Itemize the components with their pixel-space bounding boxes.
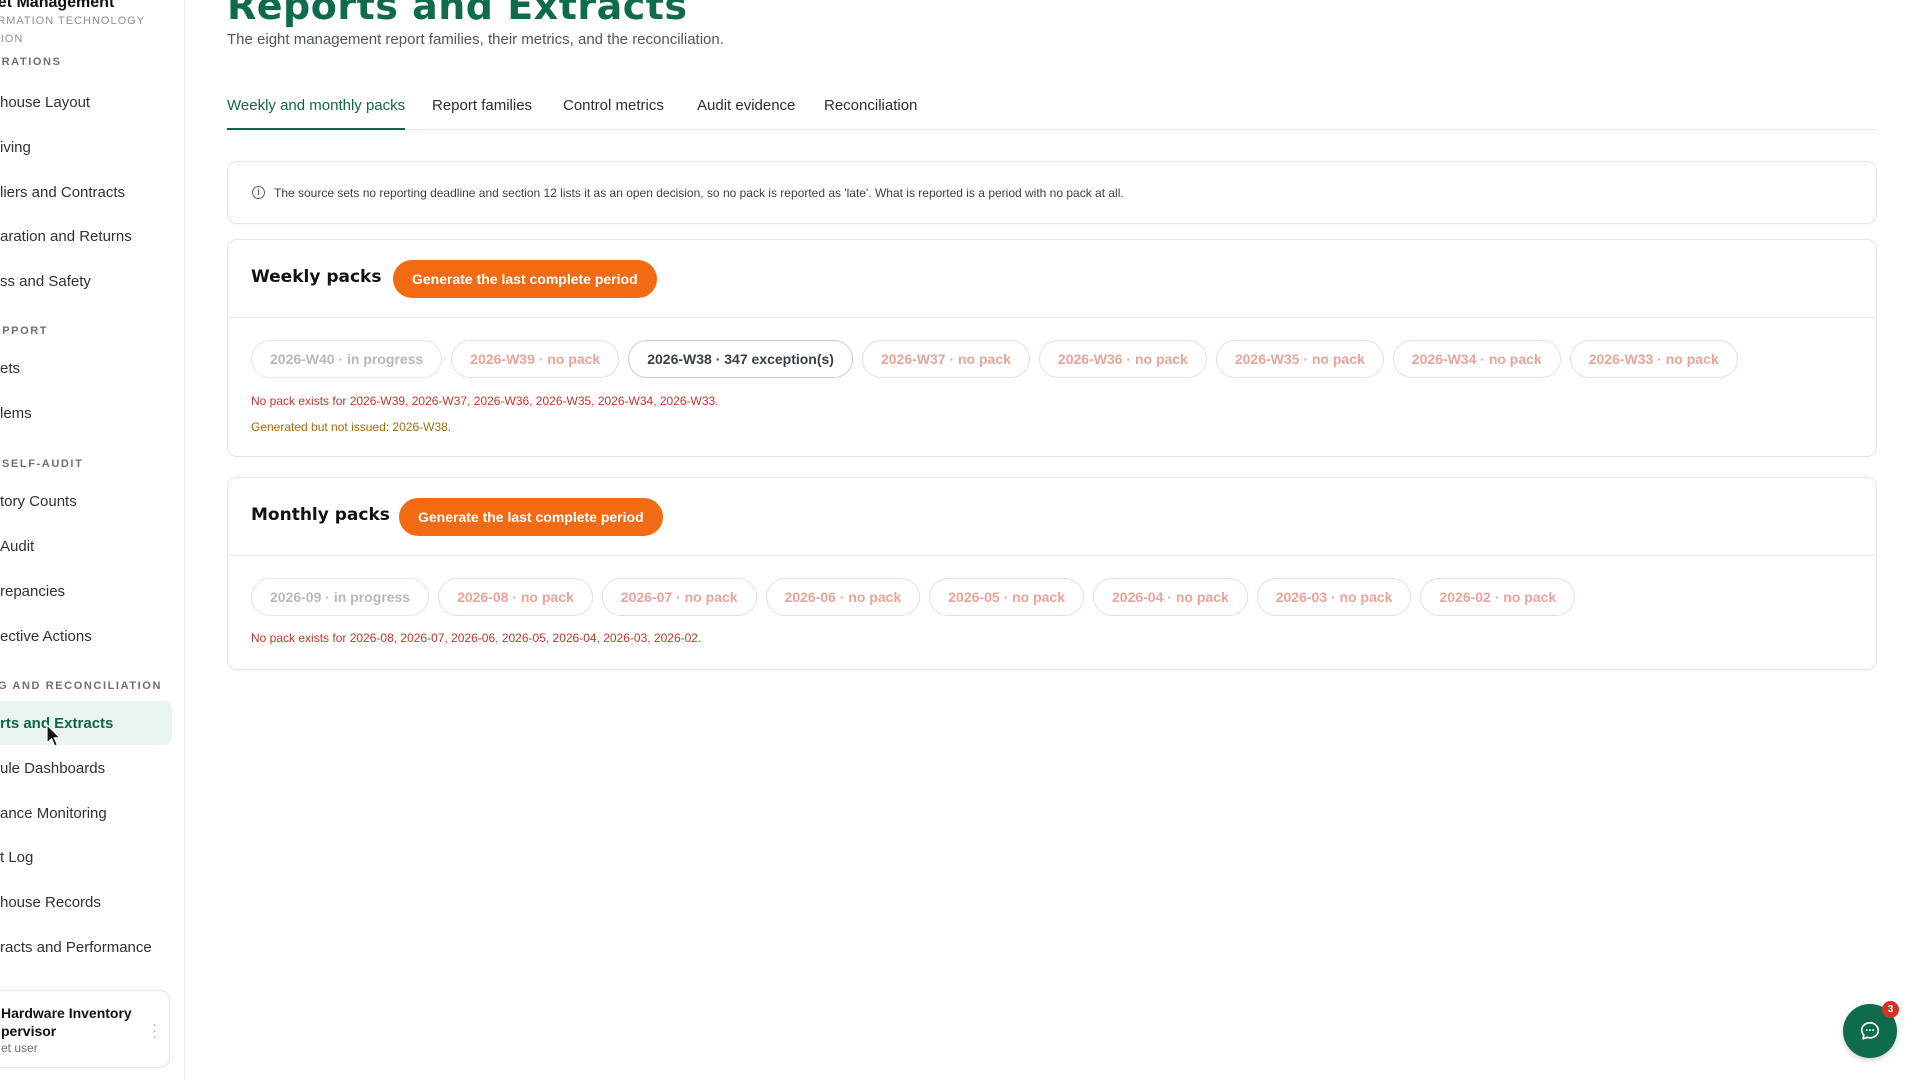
sidebar-item-tickets[interactable]: ets — [0, 346, 172, 390]
sidebar-item-audit[interactable]: Audit — [0, 524, 172, 568]
period-chip[interactable]: 2026-04 · no pack — [1093, 578, 1248, 616]
weekly-missing-message: No pack exists for 2026-W39, 2026-W37, 2… — [251, 394, 719, 408]
user-card[interactable]: Hardware Inventory pervisor et user · · · — [0, 990, 170, 1068]
period-chip[interactable]: 2026-W39 · no pack — [451, 340, 620, 378]
weekly-packs-card: Weekly packs Generate the last complete … — [227, 239, 1877, 457]
sidebar-item-warehouse-layout[interactable]: house Layout — [0, 80, 172, 124]
mouse-cursor-icon — [46, 724, 62, 747]
sidebar-item-contracts-performance[interactable]: racts and Performance — [0, 925, 172, 969]
monthly-packs-header: Monthly packs Generate the last complete… — [228, 478, 1876, 556]
period-chip[interactable]: 2026-W36 · no pack — [1038, 340, 1207, 378]
chat-launcher-button[interactable]: 3 — [1843, 1001, 1899, 1058]
sidebar-item-discrepancies[interactable]: repancies — [0, 569, 172, 613]
period-chip[interactable]: 2026-W37 · no pack — [861, 340, 1030, 378]
page-subtitle: The eight management report families, th… — [227, 31, 724, 48]
period-chip[interactable]: 2026-05 · no pack — [929, 578, 1084, 616]
sidebar-item-separation-returns[interactable]: aration and Returns — [0, 214, 172, 258]
weekly-packs-header: Weekly packs Generate the last complete … — [228, 240, 1876, 318]
user-name: Hardware Inventory pervisor — [1, 1005, 132, 1039]
sidebar-item-reports-extracts[interactable]: rts and Extracts — [0, 701, 172, 745]
brand-subtitle: FORMATION TECHNOLOGY VISION — [0, 15, 146, 45]
sidebar-item-schedule-dashboards[interactable]: ule Dashboards — [0, 746, 172, 790]
user-role: et user — [1, 1041, 38, 1055]
sidebar-section-self-audit: SELF-AUDIT — [2, 458, 84, 470]
period-chip[interactable]: 2026-W34 · no pack — [1392, 340, 1561, 378]
sidebar-item-problems[interactable]: lems — [0, 391, 172, 435]
period-chip[interactable]: 2026-09 · in progress — [251, 578, 430, 616]
monthly-packs-card: Monthly packs Generate the last complete… — [227, 477, 1877, 670]
weekly-packs-title: Weekly packs — [251, 267, 382, 287]
period-chip[interactable]: 2026-02 · no pack — [1420, 578, 1576, 616]
tab-weekly-monthly-packs[interactable]: Weekly and monthly packs — [227, 92, 406, 130]
sidebar-item-corrective-actions[interactable]: ective Actions — [0, 614, 172, 658]
period-chip[interactable]: 2026-W40 · in progress — [251, 340, 443, 378]
tab-control-metrics[interactable]: Control metrics — [563, 92, 664, 130]
period-chip[interactable]: 2026-06 · no pack — [765, 578, 921, 616]
tab-bar: Weekly and monthly packs Report families… — [227, 92, 1877, 130]
sidebar-item-event-log[interactable]: t Log — [0, 835, 172, 879]
brand-title: sset Management — [0, 0, 115, 11]
monthly-period-chips: 2026-09 · in progress 2026-08 · no pack … — [251, 578, 1576, 616]
period-chip[interactable]: 2026-03 · no pack — [1256, 578, 1412, 616]
sidebar-item-warehouse-records[interactable]: house Records — [0, 880, 172, 924]
period-chip[interactable]: 2026-07 · no pack — [601, 578, 757, 616]
user-menu-icon[interactable]: · · · — [152, 1017, 157, 1043]
generate-weekly-button[interactable]: Generate the last complete period — [393, 260, 657, 298]
info-notice: i The source sets no reporting deadline … — [227, 161, 1877, 224]
sidebar-section-operations: E OPERATIONS — [0, 56, 62, 68]
tab-audit-evidence[interactable]: Audit evidence — [697, 92, 795, 130]
notice-text: The source sets no reporting deadline an… — [274, 185, 1124, 200]
chat-icon — [1860, 1021, 1880, 1040]
period-chip[interactable]: 2026-W33 · no pack — [1569, 340, 1738, 378]
sidebar-item-suppliers-contracts[interactable]: liers and Contracts — [0, 170, 172, 214]
weekly-not-issued-message: Generated but not issued: 2026-W38. — [251, 420, 452, 434]
monthly-packs-title: Monthly packs — [251, 505, 390, 525]
period-chip[interactable]: 2026-W38 · 347 exception(s) — [628, 340, 853, 378]
period-chip[interactable]: 2026-W35 · no pack — [1215, 340, 1384, 378]
generate-monthly-button[interactable]: Generate the last complete period — [399, 498, 663, 536]
page-title: Reports and Extracts — [227, 0, 688, 28]
sidebar: sset Management FORMATION TECHNOLOGY VIS… — [0, 0, 185, 1080]
sidebar-item-inventory-counts[interactable]: tory Counts — [0, 479, 172, 523]
sidebar-section-support: ND SUPPORT — [0, 325, 49, 337]
period-chip[interactable]: 2026-08 · no pack — [438, 578, 593, 616]
sidebar-section-reconciliation: G AND RECONCILIATION — [0, 680, 162, 692]
info-icon: i — [252, 186, 265, 199]
sidebar-item-receiving[interactable]: iving — [0, 125, 172, 169]
monthly-missing-message: No pack exists for 2026-08, 2026-07, 202… — [251, 631, 702, 645]
sidebar-item-access-safety[interactable]: ss and Safety — [0, 259, 172, 303]
sidebar-item-compliance-monitoring[interactable]: ance Monitoring — [0, 791, 172, 835]
tab-reconciliation[interactable]: Reconciliation — [824, 92, 917, 130]
chat-unread-badge: 3 — [1882, 1001, 1899, 1018]
weekly-period-chips: 2026-W40 · in progress 2026-W39 · no pac… — [251, 340, 1738, 378]
tab-report-families[interactable]: Report families — [432, 92, 532, 130]
